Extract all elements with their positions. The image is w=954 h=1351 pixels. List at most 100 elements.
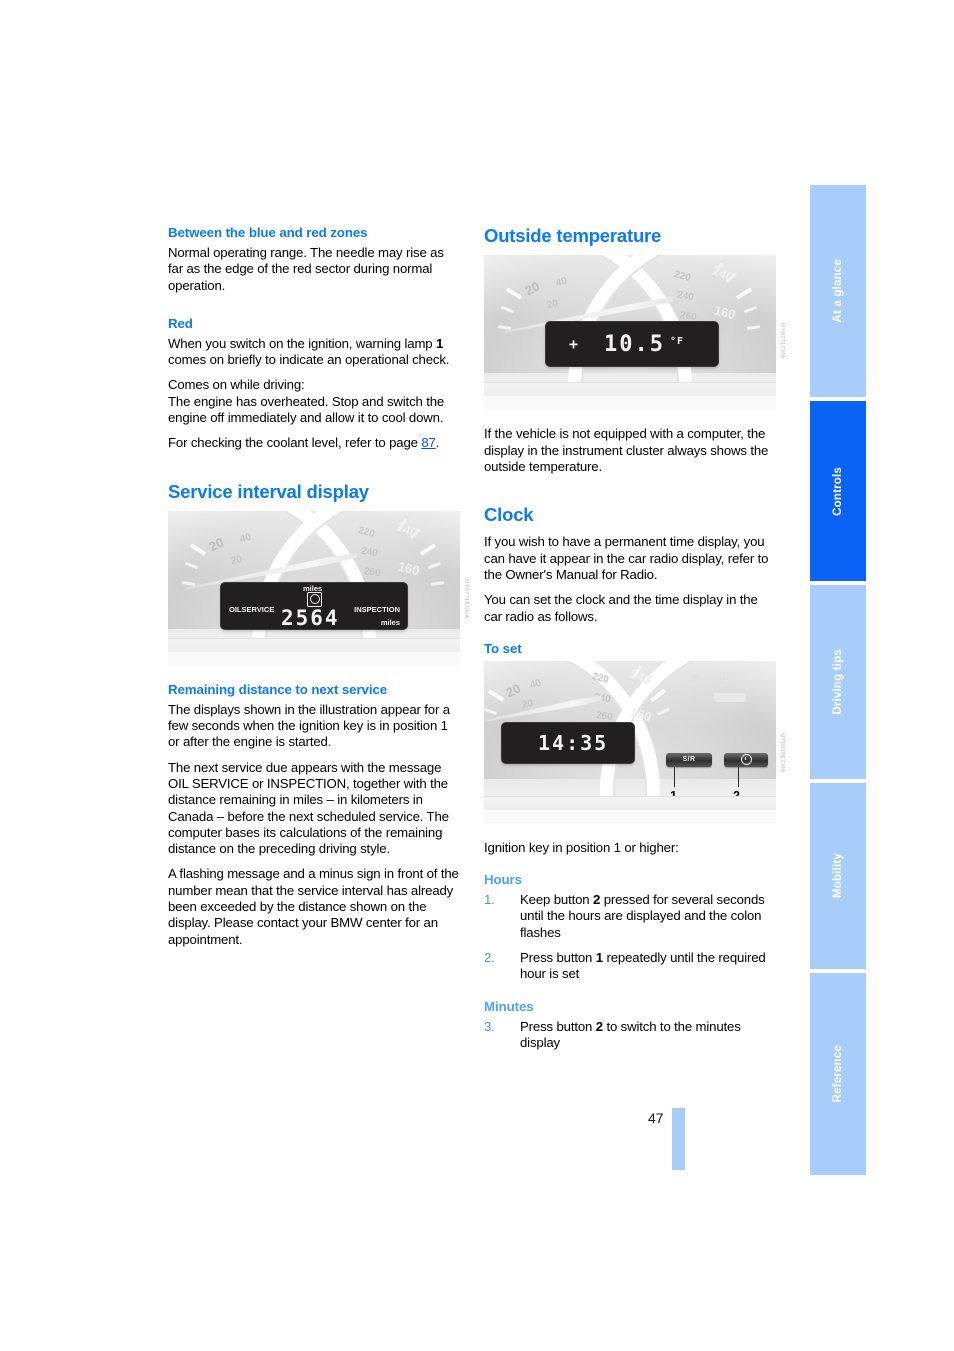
red-3-pre: For checking the coolant level, refer to… (168, 435, 422, 451)
section-tab-rail: At a glance Controls Driving tips Mobili… (810, 185, 866, 1175)
lcd-temp-sign: + (569, 335, 580, 354)
page-number-bar (672, 1108, 685, 1170)
step-number: 3. (484, 1018, 495, 1034)
dial-numeral: 260 (363, 565, 382, 579)
sidebar-item-at-a-glance[interactable]: At a glance (810, 185, 866, 397)
steps-minutes: 3. Press button 2 to switch to the minute… (484, 1019, 776, 1052)
manual-page: Between the blue and red zones Normal op… (0, 0, 954, 1351)
red-1-bold: 1 (435, 335, 444, 351)
step-item: 2. Press button 1 repeatedly until the re… (484, 950, 776, 983)
instrument-cluster-illustration: 20 40 20 220 140 240 260 160 ⚜ ⚿ ☉ 14:35… (484, 660, 776, 823)
tab-label: Mobility (832, 853, 844, 899)
button-sr[interactable]: S/R (666, 752, 712, 767)
paragraph-remaining-1: The displays shown in the illustration a… (168, 701, 450, 750)
paragraph-outside-temperature: If the vehicle is not equipped with a co… (484, 426, 769, 474)
page-link-87[interactable]: 87 (421, 435, 436, 450)
red-1-pre: When you switch on the ignition, warning… (168, 335, 436, 351)
lcd-clock-value: 14:35 (538, 730, 609, 755)
left-column: Between the blue and red zones Normal op… (168, 225, 469, 948)
figure-photo-code: MY0771ECMA (463, 578, 469, 619)
step-item: 3. Press button 2 to switch to the minute… (484, 1019, 776, 1052)
paragraph-red-3: For checking the coolant level, refer to… (168, 435, 460, 451)
step-number: 2. (484, 950, 495, 965)
red-1-post: comes on briefly to indicate an operatio… (168, 352, 450, 368)
paragraph-clock-2: You can set the clock and the time displ… (484, 592, 758, 624)
paragraph-remaining-3: A flashing message and a minus sign in f… (168, 866, 459, 947)
step-text-pre: Press button (520, 1018, 596, 1034)
sidebar-item-mobility[interactable]: Mobility (810, 783, 866, 969)
steps-hours: 1. Keep button 2 pressed for several seco… (484, 892, 776, 982)
tab-label: Driving tips (832, 649, 844, 715)
dial-numeral: 260 (595, 709, 614, 723)
seatbelt-warning-icon: ⚜ (690, 671, 700, 684)
figure-photo-code: MY0810ECMA (779, 732, 785, 773)
lcd-temp-value: 10.5 (604, 332, 665, 358)
button-sr-label: S/R (682, 756, 696, 764)
heading-service-interval-display: Service interval display (168, 480, 369, 502)
lcd-remaining-distance: 2564 (281, 605, 340, 630)
tab-label: Reference (832, 1045, 844, 1103)
caption-ignition-key: Ignition key in position 1 or higher: (484, 839, 679, 855)
lcd-unit-bottom: miles (380, 617, 400, 627)
step-text-bold: 1 (595, 950, 603, 965)
instrument-cluster-illustration: 20 40 20 220 140 240 260 160 + 10.5 °F (484, 255, 776, 410)
lcd-temperature-display: + 10.5 °F (546, 322, 718, 367)
step-text-bold: 2 (595, 1018, 603, 1034)
service-clock-icon (307, 591, 322, 607)
heading-between-blue-red: Between the blue and red zones (168, 225, 368, 240)
heading-red: Red (168, 315, 193, 331)
paragraph-remaining-2: The next service due appears with the me… (168, 759, 449, 857)
heading-to-set: To set (484, 640, 522, 656)
paragraph-blue-red: Normal operating range. The needle may r… (168, 244, 444, 293)
cluster-trim-lower (168, 651, 460, 665)
dial-numeral: 20 (229, 553, 244, 567)
cluster-trim-lower (484, 396, 776, 410)
instrument-cluster-illustration: 20 40 20 220 140 240 260 160 OILSERVICE … (168, 510, 460, 665)
page-number: 47 (648, 1110, 664, 1126)
brake-warning-icon: ☉ (690, 691, 700, 704)
lcd-clock-display: 14:35 (502, 722, 634, 763)
figure-service-interval: 20 40 20 220 140 240 260 160 OILSERVICE … (168, 510, 469, 665)
lcd-inspection-label: INSPECTION (354, 604, 400, 614)
sidebar-item-driving-tips[interactable]: Driving tips (810, 585, 866, 779)
dial-numeral: 20 (520, 697, 535, 711)
step-text-pre: Keep button (520, 892, 593, 908)
lcd-service-display: OILSERVICE INSPECTION miles 2564 miles (221, 582, 407, 630)
step-text-pre: Press button (520, 950, 596, 965)
tab-label: At a glance (832, 259, 844, 323)
red-3-post: . (435, 435, 440, 451)
lcd-oilservice-label: OILSERVICE (229, 604, 275, 614)
heading-hours: Hours (484, 872, 522, 888)
battery-warning-icon (714, 692, 746, 702)
paragraph-red-1: When you switch on the ignition, warning… (168, 336, 460, 369)
sidebar-item-reference[interactable]: Reference (810, 973, 866, 1175)
right-column: Outside temperature 20 40 20 220 140 240… (484, 225, 785, 1060)
callout-leader-2 (738, 766, 740, 787)
tab-label: Controls (832, 466, 844, 516)
figure-photo-code: MY0771CMA (779, 323, 785, 359)
paragraph-red-2: Comes on while driving: The engine has o… (168, 377, 445, 425)
heading-minutes: Minutes (484, 998, 534, 1014)
step-item: 1. Keep button 2 pressed for several seco… (484, 892, 776, 941)
figure-outside-temperature: 20 40 20 220 140 240 260 160 + 10.5 °F M… (484, 255, 785, 410)
heading-remaining-distance: Remaining distance to next service (168, 681, 388, 697)
sidebar-item-controls[interactable]: Controls (810, 401, 866, 581)
step-number: 1. (484, 892, 495, 908)
button-clock-set[interactable] (724, 752, 768, 767)
clock-icon (740, 754, 752, 766)
heading-clock: Clock (484, 504, 534, 526)
cluster-trim-lower (484, 809, 776, 823)
heading-outside-temperature: Outside temperature (484, 225, 662, 246)
figure-clock-setting: 20 40 20 220 140 240 260 160 ⚜ ⚿ ☉ 14:35… (484, 660, 785, 823)
callout-leader-1 (674, 766, 676, 787)
lcd-temp-unit: °F (670, 336, 685, 348)
